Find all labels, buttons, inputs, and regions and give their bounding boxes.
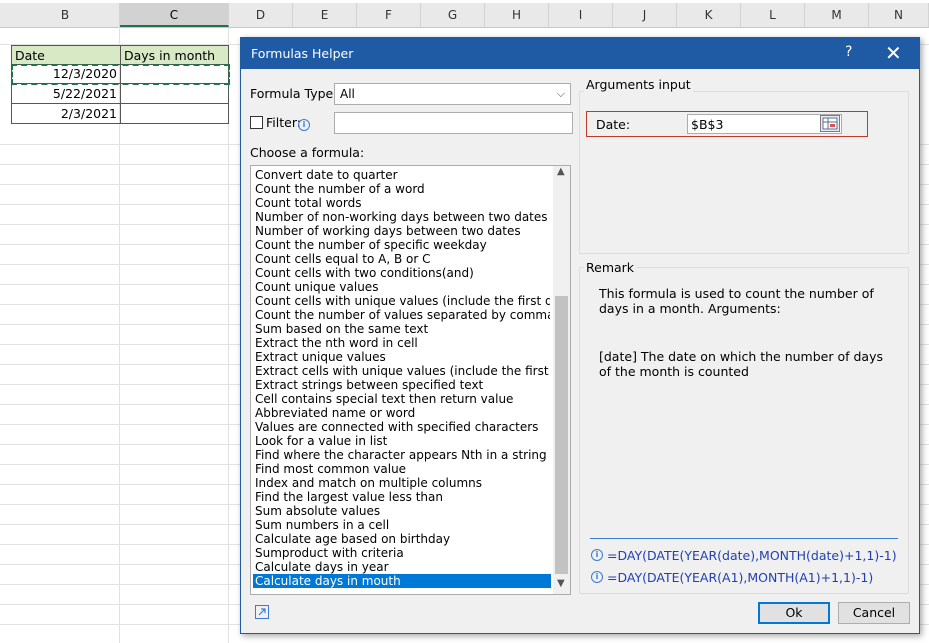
dialog-title: Formulas Helper <box>251 46 354 61</box>
remark-group <box>579 267 909 594</box>
list-item-selected[interactable]: Calculate days in mouth <box>253 574 551 588</box>
cell-b2-date-header[interactable]: Date <box>11 45 121 65</box>
cancel-button[interactable]: Cancel <box>838 602 910 624</box>
list-item[interactable]: Count cells with two conditions(and) <box>255 266 550 280</box>
info-icon[interactable]: i <box>298 119 310 131</box>
column-header-bar: B C D E F G H I J K L M N <box>0 3 929 28</box>
list-item[interactable]: Sum numbers in a cell <box>255 518 550 532</box>
date-argument-value: $B$3 <box>691 117 724 132</box>
list-item[interactable]: Values are connected with specified char… <box>255 420 550 434</box>
remark-argument: [date] The date on which the number of d… <box>599 349 883 379</box>
filter-checkbox[interactable] <box>250 116 263 129</box>
range-select-icon[interactable] <box>820 115 840 132</box>
date-argument-input[interactable]: $B$3 <box>687 114 842 134</box>
formula-type-select[interactable]: All ⌵ <box>334 83 571 105</box>
cell-c2-days-header[interactable]: Days in month <box>120 45 229 65</box>
list-item[interactable]: Count the number of a word <box>255 182 550 196</box>
column-header-l[interactable]: L <box>741 3 805 27</box>
list-item[interactable]: Sumproduct with criteria <box>255 546 550 560</box>
list-item[interactable]: Sum based on the same text <box>255 322 550 336</box>
list-item[interactable]: Calculate age based on birthday <box>255 532 550 546</box>
list-item[interactable]: Count cells equal to A, B or C <box>255 252 550 266</box>
list-item[interactable]: Find most common value <box>255 462 550 476</box>
argument-name: Date: <box>596 117 631 132</box>
column-header-k[interactable]: K <box>677 3 741 27</box>
cell-c5[interactable] <box>120 104 229 124</box>
list-item[interactable]: Count the number of specific weekday <box>255 238 550 252</box>
scroll-thumb[interactable] <box>555 296 568 574</box>
list-item[interactable]: Extract strings between specified text <box>255 378 550 392</box>
list-item[interactable]: Extract unique values <box>255 350 550 364</box>
cell-c4[interactable] <box>120 84 229 104</box>
help-button[interactable]: ? <box>845 44 852 60</box>
filter-input[interactable] <box>334 112 573 134</box>
cell-b5-date[interactable]: 2/3/2021 <box>11 104 121 124</box>
list-item[interactable]: Calculate days in year <box>255 560 550 574</box>
list-item[interactable]: Sum absolute values <box>255 504 550 518</box>
list-item[interactable]: Convert date to quarter <box>255 168 550 182</box>
list-item[interactable]: Count unique values <box>255 280 550 294</box>
formula-list[interactable]: Convert date to quarter Count the number… <box>250 165 571 595</box>
column-header-n[interactable]: N <box>869 3 929 27</box>
list-item[interactable]: Find the largest value less than <box>255 490 550 504</box>
ok-button[interactable]: Ok <box>758 602 830 624</box>
info-icon: i <box>591 571 603 583</box>
info-icon: i <box>591 549 603 561</box>
list-item[interactable]: Extract cells with unique values (includ… <box>255 364 550 378</box>
column-header-g[interactable]: G <box>421 3 485 27</box>
scroll-down-icon[interactable]: ▼ <box>557 578 565 589</box>
formulas-helper-dialog: Formulas Helper ? ✕ Formula Type: All ⌵ … <box>240 37 920 634</box>
list-item[interactable]: Cell contains special text then return v… <box>255 392 550 406</box>
column-header-m[interactable]: M <box>805 3 869 27</box>
list-item[interactable]: Count total words <box>255 196 550 210</box>
chevron-down-icon: ⌵ <box>556 87 565 100</box>
scroll-up-icon[interactable]: ▲ <box>557 166 565 177</box>
formula-type-value: All <box>340 87 355 101</box>
remark-description: This formula is used to count the number… <box>599 286 874 316</box>
column-header-h[interactable]: H <box>485 3 549 27</box>
list-item[interactable]: Abbreviated name or word <box>255 406 550 420</box>
share-icon[interactable] <box>255 605 269 619</box>
choose-formula-label: Choose a formula: <box>250 145 365 160</box>
cell-b4-date[interactable]: 5/22/2021 <box>11 84 121 104</box>
column-header-f[interactable]: F <box>357 3 421 27</box>
list-item[interactable]: Extract the nth word in cell <box>255 336 550 350</box>
list-item[interactable]: Count the number of values separated by … <box>255 308 550 322</box>
list-item[interactable]: Index and match on multiple columns <box>255 476 550 490</box>
formula-separator <box>590 538 898 539</box>
list-item[interactable]: Count cells with unique values (include … <box>255 294 550 308</box>
formula-applied: =DAY(DATE(YEAR(A1),MONTH(A1)+1,1)-1) <box>607 570 874 585</box>
arguments-group-label: Arguments input <box>584 77 693 92</box>
list-item[interactable]: Number of working days between two dates <box>255 224 550 238</box>
dialog-title-bar[interactable]: Formulas Helper ? ✕ <box>241 38 919 69</box>
formula-generic: =DAY(DATE(YEAR(date),MONTH(date)+1,1)-1) <box>607 548 897 563</box>
column-header-b[interactable]: B <box>11 3 120 27</box>
list-item[interactable]: Number of non-working days between two d… <box>255 210 550 224</box>
column-header-d[interactable]: D <box>229 3 293 27</box>
column-header-e[interactable]: E <box>293 3 357 27</box>
column-header-j[interactable]: J <box>613 3 677 27</box>
remark-group-label: Remark <box>584 260 637 275</box>
formula-type-label: Formula Type: <box>250 86 338 101</box>
list-item[interactable]: Find where the character appears Nth in … <box>255 448 550 462</box>
list-item[interactable]: Look for a value in list <box>255 434 550 448</box>
close-icon[interactable]: ✕ <box>885 41 902 65</box>
column-header-c[interactable]: C <box>120 3 229 27</box>
column-header-i[interactable]: I <box>549 3 613 27</box>
copy-marquee <box>11 64 230 85</box>
filter-label: Filter: <box>266 115 301 130</box>
list-scrollbar[interactable]: ▲ ▼ <box>553 166 570 594</box>
